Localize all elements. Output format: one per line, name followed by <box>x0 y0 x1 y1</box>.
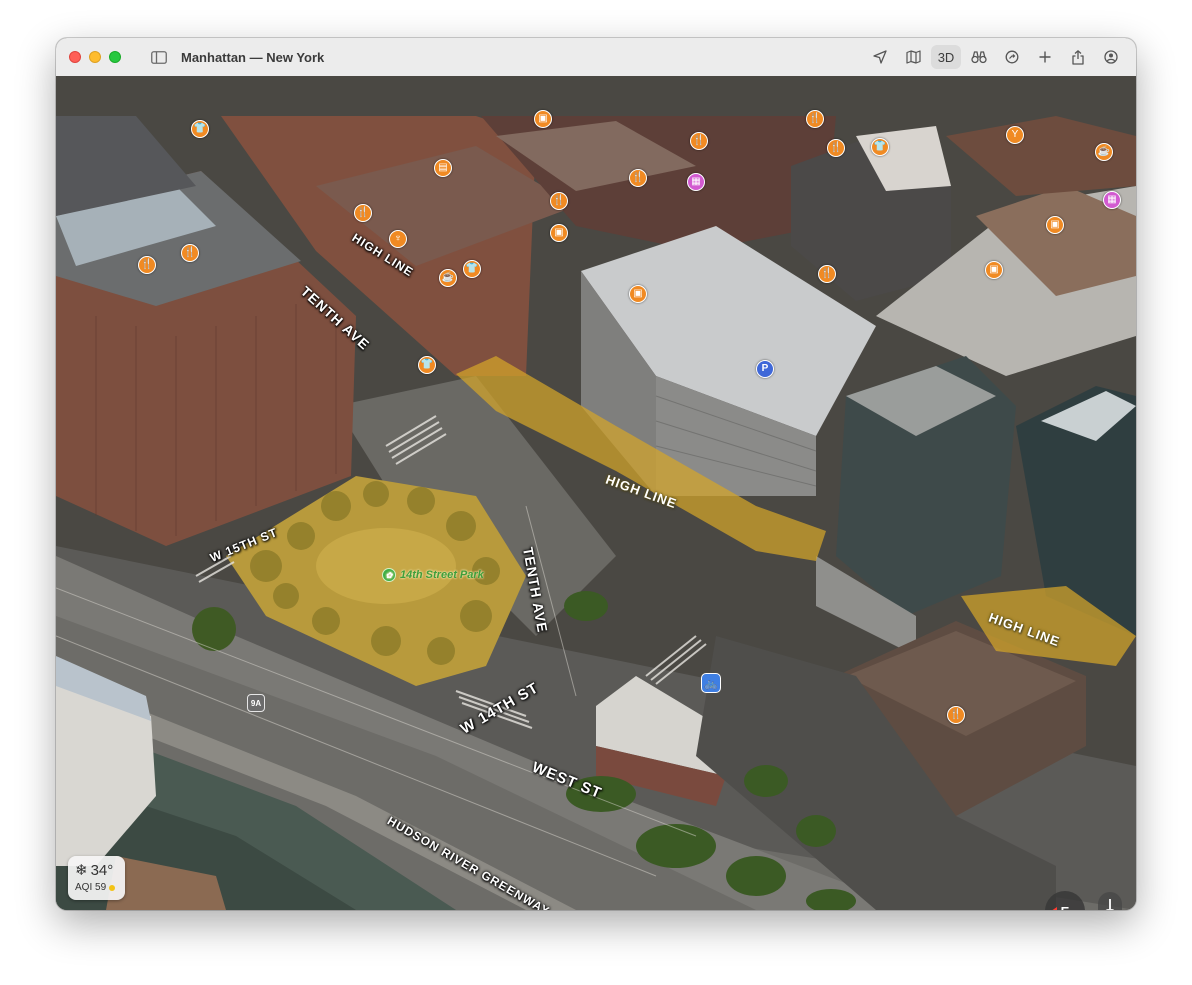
title-bar: Manhattan — New York 3D <box>56 38 1136 77</box>
tshirt-icon[interactable]: 👕 <box>463 260 481 278</box>
bag-icon[interactable]: ▣ <box>629 285 647 303</box>
fork-knife-icon[interactable]: 🍴 <box>690 132 708 150</box>
fork-knife-icon[interactable]: 🍴 <box>806 110 824 128</box>
recents-icon[interactable] <box>997 45 1027 69</box>
location-arrow-icon[interactable] <box>865 45 895 69</box>
tshirt-icon[interactable]: 👕 <box>871 138 889 156</box>
share-icon[interactable] <box>1063 45 1093 69</box>
map-view[interactable]: TENTH AVE HIGH LINE W 15TH ST TENTH AVE … <box>56 76 1136 910</box>
dessert-icon[interactable]: ♆ <box>389 230 407 248</box>
cocktail-icon[interactable]: Y <box>1006 126 1024 144</box>
sidebar-toggle-icon[interactable] <box>151 50 167 64</box>
fork-knife-icon[interactable]: 🍴 <box>827 139 845 157</box>
fork-knife-icon[interactable]: 🍴 <box>138 256 156 274</box>
park-name: 14th Street Park <box>400 569 484 581</box>
account-icon[interactable] <box>1096 45 1126 69</box>
fork-knife-icon[interactable]: 🍴 <box>181 244 199 262</box>
weather-aqi: AQI 59 <box>75 882 107 893</box>
weather-widget[interactable]: ❄ 34° AQI 59 <box>68 856 125 900</box>
3d-toggle-label: 3D <box>937 49 955 65</box>
fork-knife-icon[interactable]: 🍴 <box>550 192 568 210</box>
binoculars-icon[interactable] <box>964 45 994 69</box>
book-icon[interactable]: ▤ <box>434 159 452 177</box>
fork-knife-icon[interactable]: 🍴 <box>818 265 836 283</box>
theater-icon[interactable]: ▦ <box>1103 191 1121 209</box>
pitch-slider-knob[interactable] <box>1105 909 1115 910</box>
pitch-slider[interactable] <box>1098 892 1122 910</box>
bag-icon[interactable]: ▣ <box>1046 216 1064 234</box>
fork-knife-icon[interactable]: 🍴 <box>354 204 372 222</box>
fork-knife-icon[interactable]: 🍴 <box>629 169 647 187</box>
fullscreen-button[interactable] <box>109 51 121 63</box>
minimize-button[interactable] <box>89 51 101 63</box>
maps-window: Manhattan — New York 3D TENTH AVE HIGH L… <box>56 38 1136 910</box>
cup-icon[interactable]: ☕ <box>439 269 457 287</box>
3d-toggle[interactable]: 3D <box>931 45 961 69</box>
parking-icon[interactable]: P <box>756 360 774 378</box>
aqi-indicator-icon <box>109 884 116 891</box>
toolbar: 3D <box>865 38 1126 76</box>
bag-icon[interactable]: ▣ <box>985 261 1003 279</box>
theater-icon[interactable]: ▦ <box>687 173 705 191</box>
park-label[interactable]: ✿ 14th Street Park <box>382 568 484 582</box>
bag-icon[interactable]: ▣ <box>550 224 568 242</box>
compass-heading: E <box>1061 904 1070 911</box>
park-pin-icon: ✿ <box>382 568 396 582</box>
fork-knife-icon[interactable]: 🍴 <box>947 706 965 724</box>
tshirt-icon[interactable]: 👕 <box>191 120 209 138</box>
bag-icon[interactable]: ▣ <box>534 110 552 128</box>
tshirt-icon[interactable]: 👕 <box>418 356 436 374</box>
weather-temperature: 34° <box>90 861 114 879</box>
compass-needle-icon <box>1051 907 1057 910</box>
cup-icon[interactable]: ☕ <box>1095 143 1113 161</box>
window-controls <box>69 51 121 63</box>
add-icon[interactable] <box>1030 45 1060 69</box>
window-title: Manhattan — New York <box>181 49 325 65</box>
route-9a-shield-icon: 9A <box>247 694 265 712</box>
bicycle-icon[interactable]: 🚲 <box>701 673 721 693</box>
close-button[interactable] <box>69 51 81 63</box>
map-mode-icon[interactable] <box>898 45 928 69</box>
snowflake-icon: ❄ <box>75 862 88 879</box>
